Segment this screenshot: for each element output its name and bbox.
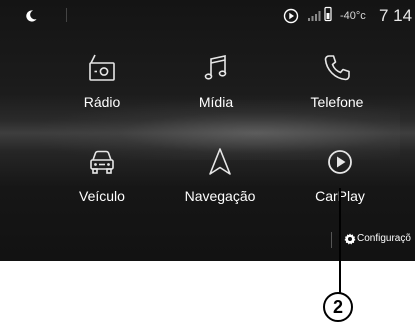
- tile-label: Veículo: [79, 188, 125, 204]
- infotainment-screen: -40°c 7 14 Rádio Mídia Telefone Veículo …: [0, 0, 415, 261]
- moon-icon[interactable]: [24, 9, 38, 23]
- navigation-arrow-icon: [209, 148, 231, 175]
- music-note-icon: [204, 55, 227, 80]
- footer-divider: [331, 232, 332, 248]
- status-divider: [66, 8, 67, 22]
- carplay-status-icon: [283, 8, 299, 24]
- tile-label: Telefone: [310, 94, 364, 110]
- callout-line: [339, 188, 341, 293]
- tile-label: Navegação: [184, 188, 256, 204]
- phone-battery-icon: [324, 6, 332, 22]
- radio-icon: [89, 54, 115, 81]
- clock-readout: 7 14: [379, 6, 413, 25]
- settings-button[interactable]: Configuraçõ: [340, 230, 415, 250]
- callout-number: 2: [323, 292, 353, 322]
- tile-label: Mídia: [198, 94, 234, 110]
- status-bar: -40°c 7 14: [0, 0, 415, 32]
- tile-label: Rádio: [83, 94, 121, 110]
- tile-vehicle[interactable]: Veículo: [42, 138, 162, 234]
- gear-icon: [344, 233, 356, 245]
- temperature-readout: -40°c: [340, 10, 366, 22]
- tile-radio[interactable]: Rádio: [42, 44, 162, 140]
- car-icon: [90, 150, 114, 174]
- carplay-icon: [328, 150, 352, 174]
- tile-phone[interactable]: Telefone: [277, 44, 397, 140]
- signal-icon: [308, 11, 321, 21]
- settings-label: Configuraçõ: [357, 233, 411, 244]
- tile-navigation[interactable]: Navegação: [160, 138, 280, 234]
- tile-media[interactable]: Mídia: [156, 44, 276, 140]
- phone-icon: [324, 55, 350, 81]
